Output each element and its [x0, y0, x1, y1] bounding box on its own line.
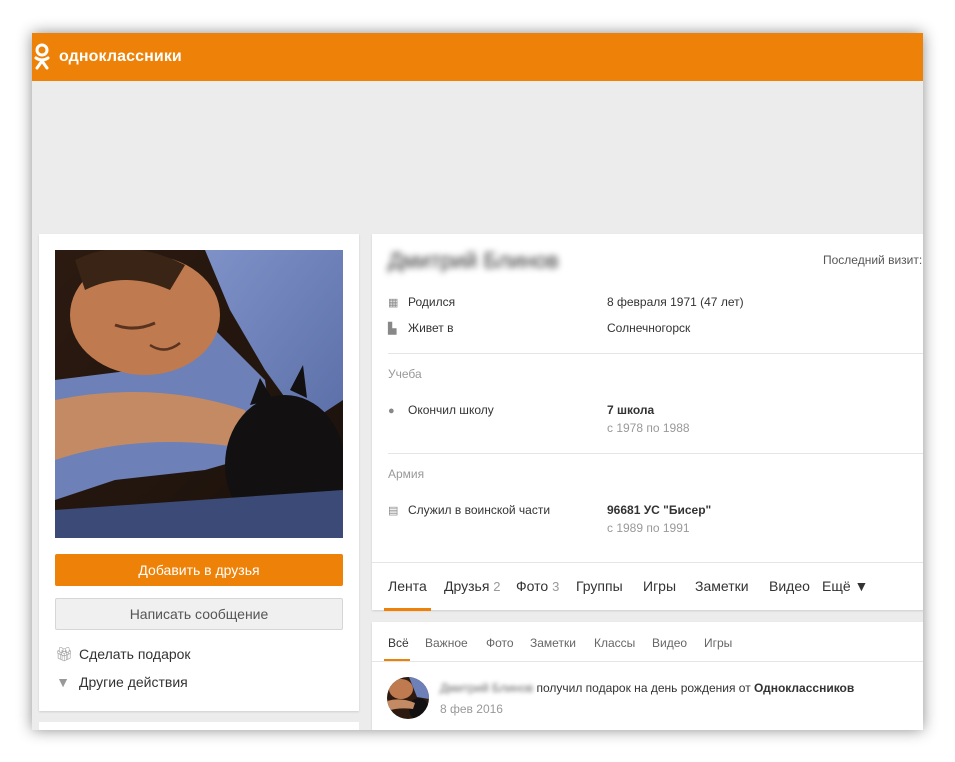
active-tab-indicator — [384, 608, 431, 611]
profile-name: Дмитрий Блинов — [388, 248, 559, 273]
feed-author-name[interactable]: Дмитрий Блинов — [440, 681, 533, 695]
feed-card: Всё Важное Фото Заметки Классы Видео Игр… — [372, 622, 923, 730]
tab-games[interactable]: Игры — [643, 578, 676, 594]
make-gift-label: Сделать подарок — [79, 646, 191, 662]
feed-item-date: 8 фев 2016 — [440, 702, 503, 716]
feed-filter-video[interactable]: Видео — [652, 636, 687, 650]
divider — [388, 453, 923, 454]
divider — [388, 353, 923, 354]
tab-photos[interactable]: Фото 3 — [516, 578, 559, 594]
profile-tabs: Лента Друзья 2 Фото 3 Группы Игры Заметк… — [372, 562, 923, 611]
tab-more[interactable]: Ещё ▼ — [822, 578, 868, 594]
feed-source-link[interactable]: Одноклассников — [754, 681, 854, 695]
feed-filter-notes[interactable]: Заметки — [530, 636, 576, 650]
feed-filter-photo[interactable]: Фото — [486, 636, 514, 650]
army-section-title: Армия — [388, 467, 425, 481]
school-label: Окончил школу — [408, 403, 494, 417]
profile-info-card: Дмитрий Блинов Последний визит: ▦ Родился… — [372, 234, 923, 611]
army-icon: ▤ — [388, 505, 399, 517]
divider — [372, 661, 923, 662]
logo-text[interactable]: одноклассники — [59, 48, 182, 66]
born-label: Родился — [408, 295, 456, 309]
army-label: Служил в воинской части — [408, 503, 551, 517]
lives-label-row: ▙ Живет в — [388, 321, 454, 335]
army-label-row: ▤ Служил в воинской части — [388, 503, 550, 517]
school-years: с 1978 по 1988 — [607, 421, 690, 435]
last-visit-label: Последний визит: — [823, 253, 923, 267]
school-label-row: ● Окончил школу — [388, 403, 494, 417]
feed-action-text: получил подарок на день рождения от — [536, 681, 751, 695]
lives-label: Живет в — [408, 321, 454, 335]
tab-friends[interactable]: Друзья 2 — [444, 578, 501, 594]
other-actions-link[interactable]: ▼ Другие действия — [55, 674, 188, 690]
browser-window: одноклассники Добавить в друзья Написать… — [32, 33, 923, 730]
profile-photo[interactable] — [55, 250, 343, 538]
feed-filter-games[interactable]: Игры — [704, 636, 732, 650]
triangle-down-icon: ▼ — [56, 674, 70, 690]
tab-video[interactable]: Видео — [769, 578, 810, 594]
add-friend-button[interactable]: Добавить в друзья — [55, 554, 343, 586]
ok-logo-icon[interactable] — [34, 43, 50, 71]
education-section-title: Учеба — [388, 367, 422, 381]
born-label-row: ▦ Родился — [388, 295, 455, 309]
tab-notes[interactable]: Заметки — [695, 578, 749, 594]
army-value[interactable]: 96681 УС "Бисер" — [607, 503, 711, 517]
make-gift-link[interactable]: 🎁︎ Сделать подарок — [55, 646, 191, 663]
send-message-button[interactable]: Написать сообщение — [55, 598, 343, 630]
feed-filter-classes[interactable]: Классы — [594, 636, 635, 650]
left-secondary-card — [39, 722, 359, 730]
avatar-image — [387, 677, 429, 719]
born-value: 8 февраля 1971 (47 лет) — [607, 295, 744, 309]
other-actions-label: Другие действия — [79, 674, 188, 690]
feed-filter-all[interactable]: Всё — [388, 636, 409, 650]
feed-filter-important[interactable]: Важное — [425, 636, 468, 650]
top-bar: одноклассники — [32, 33, 923, 81]
gift-icon: 🎁︎ — [55, 646, 73, 662]
tab-groups[interactable]: Группы — [576, 578, 623, 594]
feed-author-avatar[interactable] — [387, 677, 429, 719]
left-profile-card: Добавить в друзья Написать сообщение 🎁︎ С… — [39, 234, 359, 711]
army-years: с 1989 по 1991 — [607, 521, 690, 535]
lives-value[interactable]: Солнечногорск — [607, 321, 690, 335]
tab-feed[interactable]: Лента — [388, 578, 427, 594]
school-value[interactable]: 7 школа — [607, 403, 654, 417]
profile-photo-image — [55, 250, 343, 538]
feed-item-text: Дмитрий Блинов получил подарок на день р… — [440, 681, 854, 695]
profile-cover — [32, 81, 923, 233]
calendar-icon: ▦ — [388, 297, 399, 309]
school-icon: ● — [388, 405, 395, 417]
home-icon: ▙ — [388, 323, 397, 335]
